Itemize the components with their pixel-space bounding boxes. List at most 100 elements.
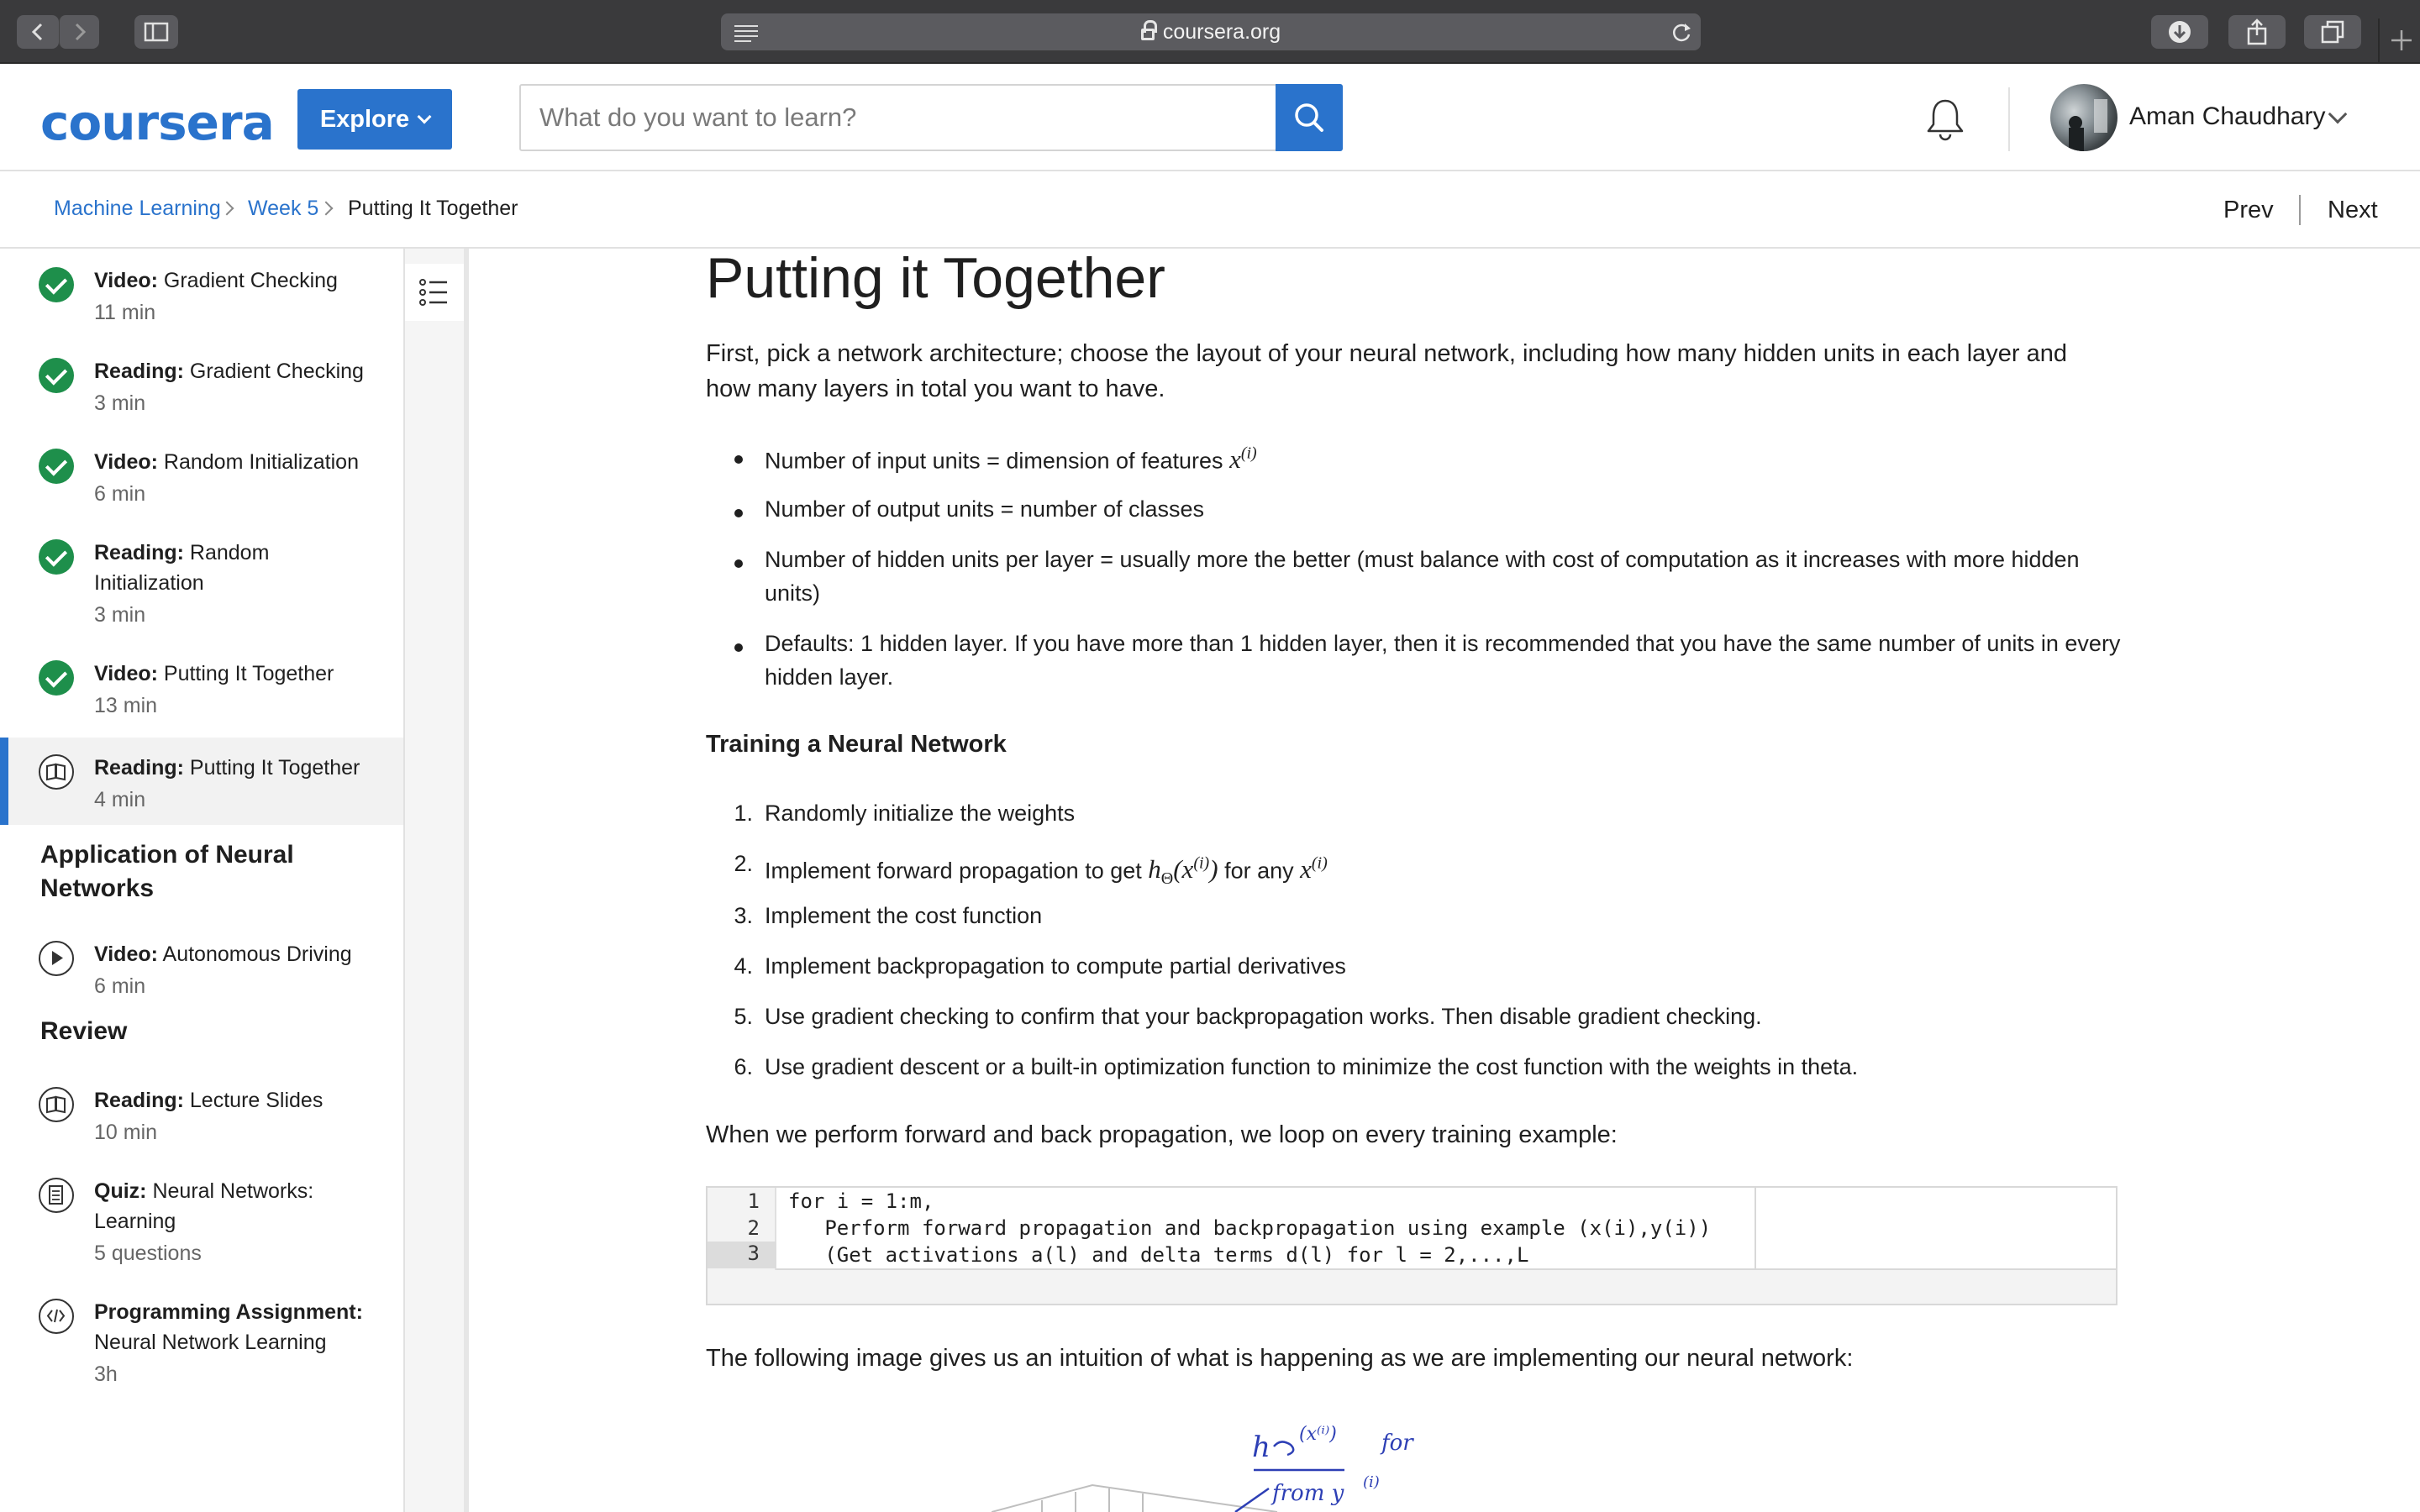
item-kind: Video: bbox=[94, 942, 158, 966]
lock-icon bbox=[1140, 20, 1157, 40]
math-x: x(i) bbox=[1300, 854, 1328, 885]
chevron-down-icon bbox=[417, 109, 432, 124]
sidebar-item-video-gradient-checking[interactable]: Video: Gradient Checking 11 min bbox=[0, 249, 403, 333]
sidebar-item-quiz-neural-networks[interactable]: Quiz: Neural Networks: Learning 5 questi… bbox=[0, 1159, 403, 1273]
sidebar-item-video-random-initialization[interactable]: Video: Random Initialization 6 min bbox=[0, 430, 403, 514]
item-title: Gradient Checking bbox=[189, 360, 364, 383]
code-line: Perform forward propagation and backprop… bbox=[788, 1216, 1712, 1240]
sketch-h-label: h bbox=[1252, 1431, 1270, 1464]
item-kind: Quiz: bbox=[94, 1179, 147, 1203]
code-block: 1 2 3 for i = 1:m, Perform forward propa… bbox=[706, 1186, 2118, 1305]
sidebar-item-programming-assignment[interactable]: Programming Assignment: Neural Network Le… bbox=[0, 1280, 403, 1394]
code-editor[interactable]: 1 2 3 for i = 1:m, Perform forward propa… bbox=[708, 1188, 2116, 1270]
check-complete-icon bbox=[39, 358, 74, 393]
avatar[interactable] bbox=[2050, 84, 2118, 151]
page-title: Putting it Together bbox=[706, 246, 1165, 310]
sketch-from-label: from y bbox=[1270, 1481, 1344, 1506]
downloads-button[interactable] bbox=[2151, 15, 2208, 49]
sidebar-toggle-button[interactable] bbox=[134, 15, 178, 49]
chevron-right-icon bbox=[219, 201, 234, 216]
explore-button[interactable]: Explore bbox=[297, 89, 452, 150]
reader-icon[interactable] bbox=[733, 24, 760, 42]
item-kind: Programming Assignment: bbox=[94, 1300, 363, 1324]
next-link[interactable]: Next bbox=[2328, 197, 2378, 224]
sidebar-item-video-putting-it-together[interactable]: Video: Putting It Together 13 min bbox=[0, 642, 403, 726]
address-bar[interactable]: coursera.org bbox=[721, 13, 1701, 50]
item-kind: Video: bbox=[94, 662, 158, 685]
item-duration: 6 min bbox=[94, 974, 146, 998]
play-icon bbox=[39, 941, 74, 976]
sidebar-item-reading-lecture-slides[interactable]: Reading: Lecture Slides 10 min bbox=[0, 1068, 403, 1152]
step-number: 1. bbox=[734, 801, 753, 826]
breadcrumb: Machine Learning Week 5 Putting It Toget… bbox=[0, 171, 2420, 249]
sidebar-item-reading-random-initialization[interactable]: Reading: Random Initialization 3 min bbox=[0, 521, 403, 635]
bell-icon bbox=[1927, 99, 1964, 141]
back-button[interactable] bbox=[17, 15, 59, 49]
item-duration: 10 min bbox=[94, 1121, 158, 1144]
new-tab-button[interactable] bbox=[2378, 18, 2420, 64]
forward-button[interactable] bbox=[59, 15, 99, 49]
list-icon bbox=[419, 279, 447, 306]
step-number: 6. bbox=[734, 1054, 753, 1079]
item-kind: Reading: bbox=[94, 756, 184, 780]
line-number: 1 bbox=[747, 1189, 760, 1213]
item-title: Random Initialization bbox=[163, 450, 359, 474]
search-button[interactable] bbox=[1276, 84, 1343, 151]
check-complete-icon bbox=[39, 449, 74, 484]
share-button[interactable] bbox=[2228, 15, 2286, 49]
section-heading-review: Review bbox=[40, 1017, 128, 1045]
search-input[interactable] bbox=[521, 86, 1277, 150]
tabs-icon bbox=[2321, 20, 2344, 44]
code-line: for i = 1:m, bbox=[788, 1189, 934, 1213]
step-item: Randomly initialize the weights bbox=[765, 801, 1076, 826]
svg-text:for: for bbox=[1380, 1431, 1414, 1456]
bullet-item: Number of input units = dimension of fea… bbox=[765, 444, 1257, 475]
chevron-down-icon[interactable] bbox=[2328, 104, 2348, 124]
neural-network-sketch: h (x⁽ⁱ⁾) for from y (i) bbox=[992, 1424, 1414, 1512]
item-title: Gradient Checking bbox=[163, 269, 338, 292]
line-number: 2 bbox=[747, 1216, 760, 1240]
step-item: Use gradient descent or a built-in optim… bbox=[765, 1054, 1859, 1079]
quiz-icon bbox=[39, 1178, 74, 1213]
tabs-button[interactable] bbox=[2304, 15, 2361, 49]
book-icon bbox=[39, 754, 74, 790]
item-title: Autonomous Driving bbox=[162, 942, 352, 966]
prev-link[interactable]: Prev bbox=[2223, 197, 2274, 224]
reload-icon[interactable] bbox=[1670, 22, 1692, 44]
sidebar-item-video-autonomous-driving[interactable]: Video: Autonomous Driving 6 min bbox=[0, 922, 403, 1006]
item-duration: 13 min bbox=[94, 694, 158, 717]
browser-toolbar: coursera.org bbox=[0, 0, 2420, 64]
bullet-item: Number of hidden units per layer = usual… bbox=[765, 547, 2080, 606]
intro-paragraph: First, pick a network architecture; choo… bbox=[706, 340, 2068, 402]
item-kind: Reading: bbox=[94, 360, 184, 383]
step-item: Implement backpropagation to compute par… bbox=[765, 953, 1346, 979]
coursera-logo[interactable]: coursera bbox=[40, 94, 275, 151]
avatar-photo bbox=[2069, 99, 2107, 151]
prev-next-divider bbox=[2299, 195, 2301, 225]
chevron-right-icon bbox=[318, 201, 334, 216]
chevron-left-icon bbox=[31, 23, 43, 41]
header-divider bbox=[2008, 87, 2010, 151]
book-icon bbox=[39, 1087, 74, 1122]
math-hypothesis: hΘ(x(i)) bbox=[1148, 854, 1218, 889]
notifications-button[interactable] bbox=[1924, 97, 1966, 141]
bullet-dot bbox=[734, 559, 743, 568]
item-kind: Video: bbox=[94, 450, 158, 474]
download-icon bbox=[2169, 21, 2191, 43]
site-header: coursera Explore Aman Chaudhary bbox=[0, 64, 2420, 171]
item-title: Neural Network Learning bbox=[94, 1331, 327, 1354]
training-heading: Training a Neural Network bbox=[706, 731, 1007, 758]
item-duration: 11 min bbox=[94, 301, 156, 324]
sidebar-item-reading-putting-it-together[interactable]: Reading: Putting It Together 4 min bbox=[0, 738, 403, 825]
svg-text:(i): (i) bbox=[1363, 1473, 1380, 1491]
step-number: 5. bbox=[734, 1004, 753, 1029]
table-of-contents-button[interactable] bbox=[405, 264, 464, 321]
breadcrumb-week[interactable]: Week 5 bbox=[248, 197, 318, 221]
breadcrumb-current: Putting It Together bbox=[348, 197, 518, 220]
item-kind: Video: bbox=[94, 269, 158, 292]
step-number: 4. bbox=[734, 953, 753, 979]
breadcrumb-course[interactable]: Machine Learning bbox=[54, 197, 221, 221]
url-text: coursera.org bbox=[1162, 19, 1281, 44]
sidebar-item-reading-gradient-checking[interactable]: Reading: Gradient Checking 3 min bbox=[0, 339, 403, 423]
user-name[interactable]: Aman Chaudhary bbox=[2129, 102, 2325, 131]
